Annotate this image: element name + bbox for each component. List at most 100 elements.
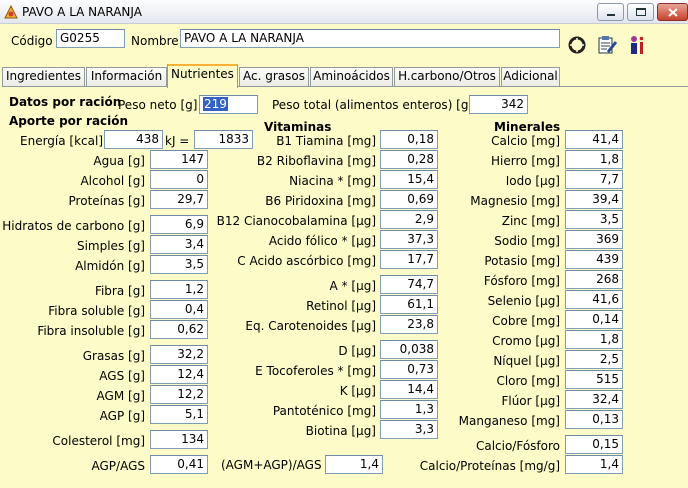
clipboard-edit-icon[interactable]	[596, 34, 618, 56]
aporte-item-field[interactable]: 5,1	[150, 405, 208, 424]
vitamina-item-field[interactable]: 0,28	[380, 150, 438, 169]
aporte-item-label: Proteínas [g]	[68, 194, 145, 208]
vitamina-item-field[interactable]: 0,18	[380, 130, 438, 149]
mineral-item-field[interactable]: 0,13	[565, 410, 623, 429]
mineral-item-field[interactable]: 32,4	[565, 390, 623, 409]
aporte-item-field[interactable]: 12,2	[150, 385, 208, 404]
mineral-item-label: Cobre [mg]	[492, 314, 560, 328]
minimize-button[interactable]	[597, 3, 624, 21]
aporte-item-label: Grasas [g]	[82, 349, 145, 363]
mineral-item-field[interactable]: 1,8	[565, 330, 623, 349]
mineral-item-label: Cromo [µg]	[492, 334, 560, 348]
mineral-item-label: Hierro [mg]	[491, 154, 560, 168]
aporte-item-field[interactable]: 0,62	[150, 320, 208, 339]
maximize-button[interactable]	[627, 3, 654, 21]
mineral-item-field[interactable]: 1,4	[565, 455, 623, 474]
vitamina-item-field[interactable]: 2,9	[380, 210, 438, 229]
maximize-icon	[636, 8, 646, 16]
nombre-field[interactable]: PAVO A LA NARANJA	[180, 29, 560, 48]
app-window: PAVO A LA NARANJA Código G0255 Nombre PA…	[0, 0, 688, 488]
vitamina-item-field[interactable]: 61,1	[380, 295, 438, 314]
energia-label: Energía [kcal]	[20, 134, 104, 148]
mineral-item-field[interactable]: 439	[565, 250, 623, 269]
mineral-item-field[interactable]: 369	[565, 230, 623, 249]
aporte-item-label: Hidratos de carbono [g]	[2, 219, 145, 233]
aporte-item-field[interactable]: 0	[150, 170, 208, 189]
aporte-item-field[interactable]: 3,5	[150, 255, 208, 274]
tab-nutrientes[interactable]: Nutrientes	[167, 64, 238, 88]
mineral-item-label: Manganeso [mg]	[458, 414, 560, 428]
racion-section-title: Datos por ración	[9, 95, 122, 109]
aporte-item-field[interactable]: 32,2	[150, 345, 208, 364]
vitamina-item-field[interactable]: 23,8	[380, 315, 438, 334]
vitamina-item-label: D [µg]	[338, 344, 376, 358]
aporte-item-field[interactable]: 29,7	[150, 190, 208, 209]
person-info-icon[interactable]	[626, 34, 648, 56]
vitamina-item-field[interactable]: 0,038	[380, 340, 438, 359]
tab-informacion[interactable]: Información	[86, 67, 167, 87]
mineral-item-field[interactable]: 39,4	[565, 190, 623, 209]
energia-kj-field[interactable]: 1833	[194, 130, 253, 149]
mineral-item-field[interactable]: 0,14	[565, 310, 623, 329]
vitamina-item-field[interactable]: 37,3	[380, 230, 438, 249]
vitamina-item-field[interactable]: 17,7	[380, 250, 438, 269]
mineral-item-label: Flúor [µg]	[501, 394, 560, 408]
peso-neto-field[interactable]: 219	[199, 95, 258, 114]
minimize-icon	[607, 14, 615, 16]
codigo-label: Código	[11, 34, 53, 48]
aporte-item-label: AGM [g]	[96, 389, 145, 403]
close-button[interactable]	[657, 3, 688, 21]
mineral-item-field[interactable]: 268	[565, 270, 623, 289]
mineral-item-field[interactable]: 41,4	[565, 130, 623, 149]
tab-adicional[interactable]: Adicional	[501, 67, 560, 87]
tab-ingredientes[interactable]: Ingredientes	[2, 67, 85, 87]
mineral-item-label: Potasio [mg]	[484, 254, 560, 268]
lifebuoy-icon[interactable]	[566, 34, 588, 56]
vitamina-item-field[interactable]: 3,3	[380, 420, 438, 439]
title-bar[interactable]: PAVO A LA NARANJA	[0, 0, 688, 24]
aporte-item-field[interactable]: 1,2	[150, 280, 208, 299]
aporte-item-field[interactable]: 134	[150, 430, 208, 449]
vitamina-item-label: E Tocoferoles * [mg]	[255, 364, 376, 378]
tab-hcarbono-otros[interactable]: H.carbono/Otros	[394, 67, 500, 87]
mineral-item-field[interactable]: 0,15	[565, 435, 623, 454]
vitamina-item-label: B1 Tiamina [mg]	[276, 134, 376, 148]
vitamina-item-field[interactable]: 74,7	[380, 275, 438, 294]
vitamina-item-field[interactable]: 0,73	[380, 360, 438, 379]
mineral-item-field[interactable]: 515	[565, 370, 623, 389]
vitamina-item-field[interactable]: 15,4	[380, 170, 438, 189]
peso-total-field[interactable]: 342	[469, 95, 528, 114]
peso-neto-label: Peso neto [g]	[118, 98, 198, 112]
mineral-item-field[interactable]: 1,8	[565, 150, 623, 169]
aporte-item-field[interactable]: 0,4	[150, 300, 208, 319]
aporte-item-field[interactable]: 6,9	[150, 215, 208, 234]
app-logo-icon	[4, 4, 18, 19]
energia-kcal-field[interactable]: 438	[104, 130, 163, 149]
mineral-item-label: Selenio [µg]	[487, 294, 560, 308]
mineral-item-label: Magnesio [mg]	[470, 194, 560, 208]
tab-bar: Ingredientes Información Nutrientes Ac. …	[0, 64, 688, 88]
vitamina-item-label: Pantoténico [mg]	[272, 404, 376, 418]
vitamina-item-field[interactable]: 1,3	[380, 400, 438, 419]
aporte-item-label: Fibra [g]	[94, 284, 145, 298]
ratio-field[interactable]: 1,4	[325, 455, 383, 474]
aporte-item-label: Colesterol [mg]	[52, 434, 145, 448]
aporte-item-label: AGP [g]	[99, 409, 145, 423]
mineral-item-field[interactable]: 2,5	[565, 350, 623, 369]
aporte-item-field[interactable]: 147	[150, 150, 208, 169]
codigo-field[interactable]: G0255	[56, 29, 125, 48]
vitamina-item-label: K [µg]	[339, 384, 376, 398]
mineral-item-field[interactable]: 7,7	[565, 170, 623, 189]
mineral-item-field[interactable]: 3,5	[565, 210, 623, 229]
mineral-item-label: Iodo [µg]	[505, 174, 560, 188]
mineral-item-field[interactable]: 41,6	[565, 290, 623, 309]
vitamina-item-field[interactable]: 14,4	[380, 380, 438, 399]
vitamina-item-field[interactable]: 0,69	[380, 190, 438, 209]
tab-aminoacidos[interactable]: Aminoácidos	[310, 67, 393, 87]
aporte-item-field[interactable]: 12,4	[150, 365, 208, 384]
tab-ac-grasos[interactable]: Ac. grasos	[239, 67, 309, 87]
aporte-item-field[interactable]: 3,4	[150, 235, 208, 254]
vitamina-item-label: B12 Cianocobalamina [µg]	[216, 214, 376, 228]
close-icon	[668, 8, 678, 17]
aporte-item-field[interactable]: 0,41	[150, 455, 208, 474]
